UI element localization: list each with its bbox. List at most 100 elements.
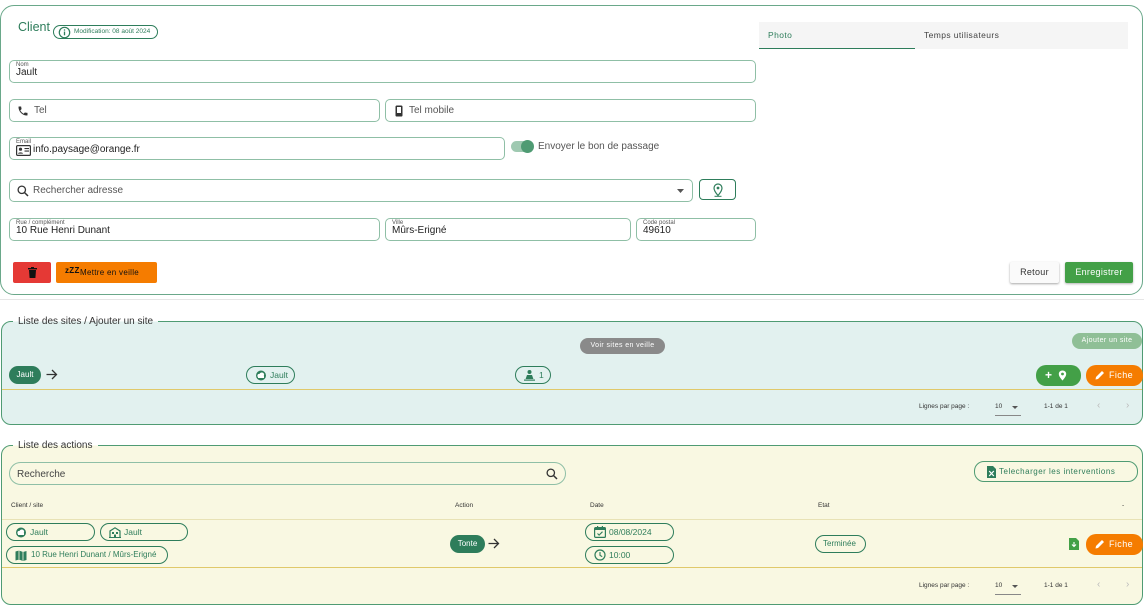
action-address-chip[interactable]: 10 Rue Henri Dunant / Mûrs-Erigné: [6, 546, 168, 564]
telecharger-interventions-button[interactable]: Telecharger les interventions: [974, 461, 1138, 482]
tab-temps-utilisateurs[interactable]: Temps utilisateurs: [915, 22, 1128, 49]
action-date-chip[interactable]: 08/08/2024: [585, 523, 674, 541]
nom-value: Jault: [16, 67, 38, 78]
email-value: info.paysage@orange.fr: [33, 144, 140, 155]
action-site-chip[interactable]: Jault: [100, 523, 188, 541]
search-icon[interactable]: [546, 468, 558, 480]
sites-page-range: 1-1 de 1: [1044, 403, 1068, 410]
actions-prev-page-icon[interactable]: ‹: [1097, 579, 1100, 590]
email-field[interactable]: Email info.paysage@orange.fr: [9, 137, 505, 160]
client-title: Client: [18, 20, 50, 34]
sites-legend: Liste des sites / Ajouter un site: [13, 316, 159, 327]
excel-file-icon: [987, 466, 996, 478]
dropdown-arrow-icon[interactable]: [677, 189, 684, 193]
col-extra: -: [1122, 502, 1125, 509]
sites-prev-page-icon[interactable]: ‹: [1097, 400, 1100, 411]
sites-per-page-underline: [995, 415, 1021, 416]
actions-per-page-underline: [995, 594, 1021, 595]
edit-pencil-icon: [1095, 370, 1105, 380]
action-site-text: Jault: [124, 527, 142, 537]
actions-per-page-caret[interactable]: [1012, 585, 1018, 588]
site-fiche-button[interactable]: Fiche: [1086, 365, 1143, 386]
action-fiche-button[interactable]: Fiche: [1086, 534, 1143, 555]
code-postal-field[interactable]: Code postal 49610: [636, 218, 756, 241]
col-action[interactable]: Action: [455, 502, 473, 509]
action-address-text: 10 Rue Henri Dunant / Mûrs-Erigné: [31, 550, 157, 559]
address-search-placeholder: Rechercher adresse: [33, 185, 124, 196]
clock-icon: [594, 549, 606, 561]
user-icon: [524, 369, 535, 381]
calendar-icon: [594, 526, 606, 538]
plus-icon: +: [1045, 368, 1053, 382]
action-time-chip[interactable]: 10:00: [585, 546, 674, 564]
sites-lines-per-page-label: Lignes par page :: [919, 403, 970, 410]
enregistrer-button[interactable]: Enregistrer: [1065, 262, 1133, 283]
sites-fieldset: [1, 321, 1143, 425]
actions-header-divider: [2, 519, 1142, 520]
sites-per-page-caret[interactable]: [1012, 406, 1018, 409]
tel-placeholder: Tel: [34, 105, 47, 116]
actions-lines-per-page-label: Lignes par page :: [919, 582, 970, 589]
actions-next-page-icon[interactable]: ›: [1126, 579, 1129, 590]
modification-text: Modification: 08 août 2024: [74, 28, 151, 35]
add-site-location-button[interactable]: +: [1036, 365, 1081, 386]
telecharger-interventions-label: Telecharger les interventions: [999, 467, 1116, 476]
col-client-site[interactable]: Client / site: [11, 502, 43, 509]
sites-row-divider: [2, 389, 1142, 390]
sites-next-page-icon[interactable]: ›: [1126, 400, 1129, 411]
tab-photo[interactable]: Photo: [759, 22, 915, 49]
col-date[interactable]: Date: [590, 502, 604, 509]
site-client-chip[interactable]: Jault: [9, 366, 41, 384]
action-fiche-label: Fiche: [1109, 539, 1134, 549]
mettre-en-veille-button[interactable]: zZZ Mettre en veille: [56, 262, 157, 283]
address-search-field[interactable]: Rechercher adresse: [9, 179, 693, 202]
site-fiche-label: Fiche: [1109, 370, 1134, 380]
modification-badge: Modification: 08 août 2024: [53, 25, 159, 39]
mobile-phone-icon: [395, 105, 403, 117]
col-etat[interactable]: Etat: [818, 502, 830, 509]
contact-card-icon: [16, 145, 31, 156]
sleep-icon: zZZ: [65, 266, 80, 275]
action-time-text: 10:00: [609, 550, 631, 560]
action-client-chip[interactable]: Jault: [6, 523, 95, 541]
phone-icon: [17, 105, 29, 117]
site-count-chip[interactable]: 1: [515, 366, 551, 384]
action-status-chip: Terminée: [815, 535, 866, 553]
nom-field[interactable]: Nom Jault: [9, 60, 756, 83]
file-download-icon[interactable]: [1069, 538, 1079, 550]
tel-mobile-placeholder: Tel mobile: [409, 105, 455, 116]
ville-field[interactable]: Ville Mûrs-Erigné: [385, 218, 631, 241]
tel-field[interactable]: Tel: [9, 99, 380, 122]
mettre-en-veille-label: Mettre en veille: [80, 268, 140, 277]
rue-field[interactable]: Rue / complément 10 Rue Henri Dunant: [9, 218, 380, 241]
map-pin-icon: [713, 183, 723, 197]
voir-sites-veille-button[interactable]: Voir sites en veille: [580, 338, 665, 354]
action-client-text: Jault: [30, 527, 48, 537]
retour-button[interactable]: Retour: [1010, 262, 1059, 283]
site-name-chip[interactable]: Jault: [246, 366, 295, 384]
map-icon: [15, 550, 27, 561]
edit-pencil-icon: [1095, 539, 1105, 549]
site-count-text: 1: [539, 370, 544, 380]
ville-value: Mûrs-Erigné: [392, 225, 447, 236]
arrow-right-icon: [46, 369, 58, 380]
actions-per-page-select[interactable]: 10: [995, 582, 1002, 589]
sites-per-page-select[interactable]: 10: [995, 403, 1002, 410]
site-name-text: Jault: [270, 370, 288, 380]
actions-page-range: 1-1 de 1: [1044, 582, 1068, 589]
actions-search-field[interactable]: Recherche: [9, 462, 566, 485]
location-button[interactable]: [699, 179, 736, 200]
delete-button[interactable]: [13, 262, 51, 283]
envoyer-bon-toggle[interactable]: [511, 140, 534, 153]
location-icon: [1058, 370, 1067, 381]
toggle-knob: [521, 140, 534, 153]
info-icon: [58, 26, 71, 39]
ajouter-site-button[interactable]: Ajouter un site: [1072, 333, 1142, 349]
action-date-text: 08/08/2024: [609, 527, 652, 537]
section-divider: [0, 299, 1144, 300]
trash-icon: [28, 267, 37, 278]
tel-mobile-field[interactable]: Tel mobile: [385, 99, 756, 122]
code-postal-value: 49610: [643, 225, 671, 236]
actions-row-divider: [2, 567, 1142, 568]
action-type-chip[interactable]: Tonte: [450, 535, 485, 553]
